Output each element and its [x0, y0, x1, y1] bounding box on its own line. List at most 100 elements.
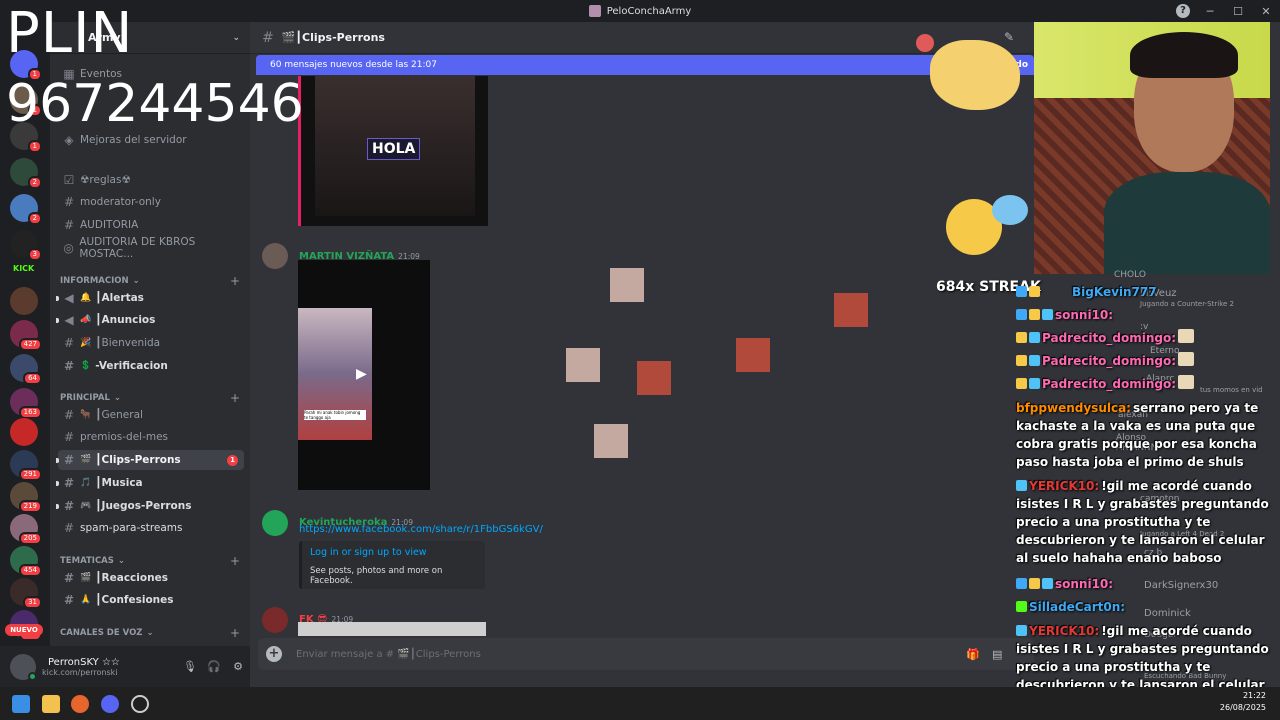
- message-avatar[interactable]: [262, 510, 288, 536]
- close-icon[interactable]: ✕: [1252, 5, 1280, 18]
- channel-reglas[interactable]: ☑ ☢reglas☢: [58, 170, 244, 190]
- server-badge: 1: [27, 140, 42, 153]
- category-voz[interactable]: CANALES DE VOZ ⌄ +: [60, 626, 240, 640]
- gif-icon[interactable]: ▤: [992, 648, 1002, 661]
- file-explorer-icon[interactable]: [42, 695, 60, 713]
- channel-emoji: 🎵: [80, 478, 92, 488]
- link-embed: Log in or sign up to view See posts, pho…: [299, 541, 485, 589]
- channel-auditoria-kbros[interactable]: ◎ AUDITORIA DE KBROS MOSTAC...: [58, 236, 244, 260]
- bee-mascot: [940, 185, 1028, 265]
- channel-alertas[interactable]: ◀ 🔔 ┃Alertas: [56, 288, 244, 308]
- plin-label: PLIN: [6, 1, 134, 66]
- chat-username: sonni10:: [1055, 577, 1114, 591]
- server-icon[interactable]: 3: [10, 230, 42, 261]
- channel-verificacion[interactable]: # 💲 -Verificacion: [58, 356, 244, 376]
- category-tematicas[interactable]: TEMATICAS ⌄ +: [60, 554, 240, 568]
- message-avatar[interactable]: [262, 243, 288, 269]
- add-attachment-icon[interactable]: +: [266, 646, 282, 662]
- server-icon[interactable]: 31: [10, 578, 42, 609]
- server-icon[interactable]: 427: [10, 320, 42, 351]
- message-composer[interactable]: + Enviar mensaje a # 🎬┃Clips-Perrons: [258, 638, 1034, 670]
- chat-username: Padrecito_domingo:: [1042, 377, 1177, 391]
- minimize-icon[interactable]: ─: [1196, 5, 1224, 18]
- kick-server-label[interactable]: KICK: [13, 264, 34, 273]
- channel-emoji: 🎬: [80, 573, 92, 583]
- crown-icon: [1016, 355, 1027, 366]
- badge-icon: [1042, 578, 1053, 589]
- play-icon[interactable]: ▶: [356, 366, 367, 382]
- channel-label: ┃Anuncios: [95, 314, 156, 326]
- channel-general[interactable]: # 🐂 ┃General: [58, 405, 244, 425]
- channel-confesiones[interactable]: # 🙏 ┃Confesiones: [58, 590, 244, 610]
- rat-emote: [610, 268, 644, 302]
- maximize-icon[interactable]: ☐: [1224, 5, 1252, 18]
- channel-anuncios[interactable]: ◀ 📣 ┃Anuncios: [56, 310, 244, 330]
- channel-musica[interactable]: # 🎵 ┃Musica: [56, 473, 244, 493]
- server-icon[interactable]: 163: [10, 388, 42, 419]
- channel-reacciones[interactable]: # 🎬 ┃Reacciones: [58, 568, 244, 588]
- face-emote: [736, 338, 770, 372]
- add-channel-icon[interactable]: +: [230, 626, 240, 640]
- server-icon[interactable]: 219: [10, 482, 42, 513]
- channel-auditoria[interactable]: # AUDITORIA: [58, 215, 244, 235]
- windows-start-icon[interactable]: [12, 695, 30, 713]
- category-label: TEMATICAS: [60, 556, 114, 566]
- channel-bienvenida[interactable]: # 🎉 ┃Bienvenida: [58, 333, 244, 353]
- server-icon[interactable]: 2: [10, 158, 42, 189]
- firefox-icon[interactable]: [71, 695, 89, 713]
- category-informacion[interactable]: INFORMACION ⌄ +: [60, 274, 240, 288]
- emote-icon: [1178, 352, 1195, 366]
- embed-title[interactable]: Log in or sign up to view: [310, 547, 477, 558]
- channel-spam-para-streams[interactable]: # spam-para-streams: [58, 518, 244, 538]
- image-attachment[interactable]: HOLA: [298, 76, 488, 226]
- channel-emoji: 🎉: [80, 338, 92, 348]
- obs-icon[interactable]: [131, 695, 149, 713]
- server-icon[interactable]: 291: [10, 450, 42, 481]
- image-attachment[interactable]: [298, 622, 486, 636]
- add-channel-icon[interactable]: +: [230, 391, 240, 405]
- server-badge: 2: [27, 212, 42, 225]
- server-icon[interactable]: 205: [10, 514, 42, 545]
- hash-icon: #: [63, 593, 75, 607]
- hash-icon: #: [63, 499, 75, 513]
- microphone-icon[interactable]: 🎙: [178, 660, 202, 673]
- headphones-icon[interactable]: 🎧: [202, 660, 226, 673]
- server-icon[interactable]: [10, 418, 38, 446]
- channel-clips-perrons[interactable]: # 🎬 ┃Clips-Perrons 1: [56, 450, 244, 470]
- cheese-mascot: [916, 30, 1026, 120]
- hash-icon: #: [63, 359, 75, 373]
- channel-label: ┃Bienvenida: [95, 337, 161, 349]
- server-badge: 291: [18, 468, 42, 481]
- system-clock[interactable]: 21:22 26/08/2025: [1220, 690, 1266, 714]
- stream-chat-line: sonni10:: [1016, 575, 1278, 593]
- avatar[interactable]: [10, 653, 37, 681]
- stream-chat-line: Padrecito_domingo:: [1016, 352, 1278, 370]
- server-icon[interactable]: [10, 287, 38, 315]
- new-badge[interactable]: NUEVO: [5, 624, 43, 636]
- server-icon[interactable]: 64: [10, 354, 42, 385]
- help-icon[interactable]: ?: [1176, 4, 1190, 18]
- badge-icon: [1016, 309, 1027, 320]
- channel-emoji: 🙏: [80, 595, 92, 605]
- hash-icon: #: [63, 476, 75, 490]
- message-avatar[interactable]: [262, 607, 288, 633]
- channel-moderator-only[interactable]: # moderator-only: [58, 192, 244, 212]
- crown-icon: [1029, 309, 1040, 320]
- discord-icon[interactable]: [101, 695, 119, 713]
- channel-label: ┃Reacciones: [95, 572, 168, 584]
- video-attachment[interactable]: ▶ Parah mi anak tobin jomong te tanggo a…: [298, 260, 430, 490]
- message-link[interactable]: https://www.facebook.com/share/r/1FbbGS6…: [299, 524, 543, 535]
- mascot-ear: [916, 34, 934, 52]
- channel-label: spam-para-streams: [80, 522, 183, 534]
- channel-premios-del-mes[interactable]: # premios-del-mes: [58, 427, 244, 447]
- category-principal[interactable]: PRINCIPAL ⌄ +: [60, 391, 240, 405]
- gear-icon[interactable]: ⚙: [226, 660, 250, 673]
- add-channel-icon[interactable]: +: [230, 554, 240, 568]
- channel-juegos-perrons[interactable]: # 🎮 ┃Juegos-Perrons: [56, 496, 244, 516]
- badge-icon: [1016, 286, 1027, 297]
- gift-icon[interactable]: 🎁: [966, 648, 980, 661]
- add-channel-icon[interactable]: +: [230, 274, 240, 288]
- server-badge: 2: [27, 176, 42, 189]
- server-icon[interactable]: 454: [10, 546, 42, 577]
- server-icon[interactable]: 2: [10, 194, 42, 225]
